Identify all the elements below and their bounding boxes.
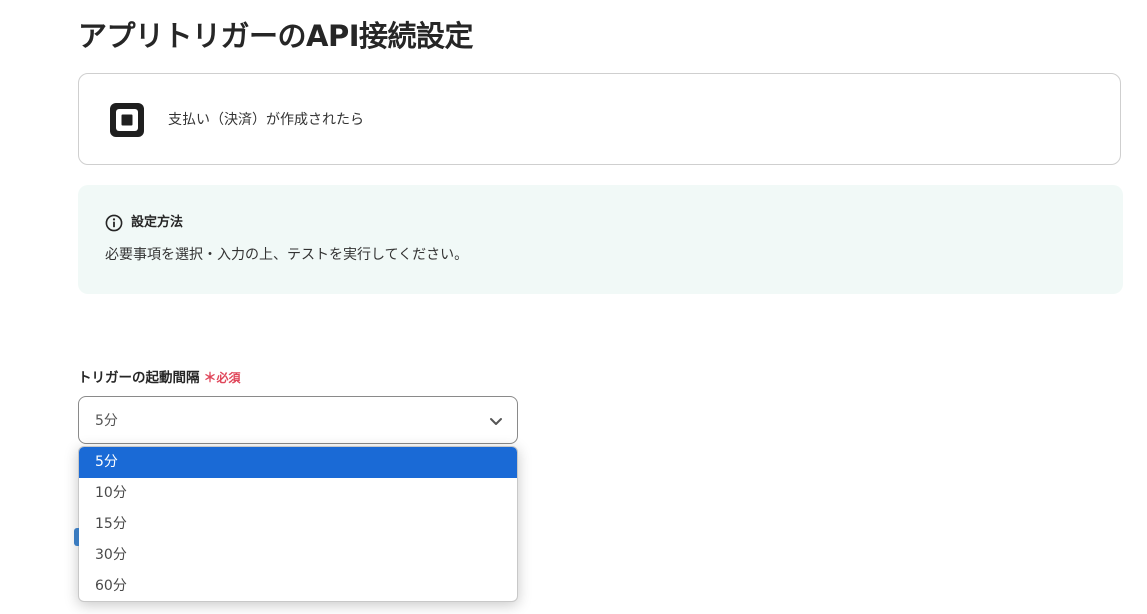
chevron-down-icon	[490, 418, 502, 425]
trigger-card: 支払い（決済）が作成されたら	[78, 73, 1121, 165]
interval-option-15[interactable]: 15分	[79, 509, 517, 540]
interval-select[interactable]: 5分	[78, 396, 518, 444]
interval-select-value: 5分	[95, 413, 118, 429]
interval-field-label: トリガーの起動間隔	[78, 370, 200, 386]
interval-option-10[interactable]: 10分	[79, 478, 517, 509]
info-description: 必要事項を選択・入力の上、テストを実行してください。	[105, 247, 469, 263]
required-label: 必須	[216, 371, 241, 385]
hidden-button-edge[interactable]	[74, 528, 79, 546]
interval-field-label-row: トリガーの起動間隔 ＊必須	[78, 366, 241, 388]
interval-option-30[interactable]: 30分	[79, 540, 517, 571]
required-asterisk: ＊	[203, 371, 217, 386]
interval-dropdown-list: 5分 10分 15分 30分 60分	[78, 446, 518, 602]
page-title: アプリトリガーのAPI接続設定	[78, 19, 474, 53]
info-circle-icon	[105, 214, 123, 232]
setup-info-box: 設定方法 必要事項を選択・入力の上、テストを実行してください。	[78, 185, 1123, 294]
square-logo-icon	[110, 103, 144, 137]
info-title: 設定方法	[131, 215, 184, 230]
interval-option-60[interactable]: 60分	[79, 571, 517, 601]
interval-option-5[interactable]: 5分	[79, 447, 517, 478]
trigger-label: 支払い（決済）が作成されたら	[168, 112, 364, 128]
page: アプリトリガーのAPI接続設定 支払い（決済）が作成されたら 設定方法 必要事項…	[0, 0, 1147, 614]
